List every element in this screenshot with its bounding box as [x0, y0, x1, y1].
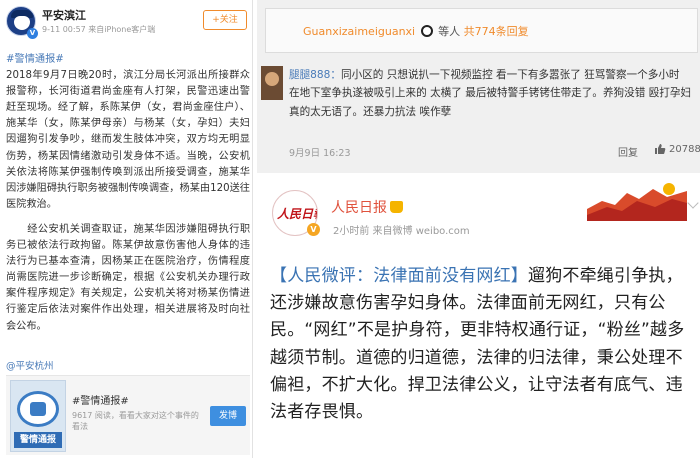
post-body: #警情通报# 2018年9月7日晚20时，滨江分局长河派出所接群众报警称，长河街道… — [6, 52, 250, 335]
banner-user[interactable]: Guanxizaimeiguanxi — [303, 25, 415, 38]
account-name-text: 人民日报 — [331, 200, 387, 216]
source-mention-link[interactable]: @平安杭州 — [6, 358, 54, 372]
reply-banner-text: Guanxizaimeiguanxi 等人 共774条回复 — [303, 23, 529, 39]
great-wall-decoration-icon — [587, 179, 687, 221]
crown-icon — [390, 201, 403, 213]
paragraph-2-text: 经公安机关调查取证，施某华因涉嫌阻碍执行职务已被依法行政拘留。陈某伊故意伤害他人… — [6, 223, 251, 332]
comment-body: 同小区的 只想说扒一下视频监控 看一下有多嚣张了 狂骂警察一个多小时 在地下室争… — [289, 69, 692, 118]
reply-banner[interactable]: Guanxizaimeiguanxi 等人 共774条回复 — [265, 8, 698, 53]
commenter-avatar[interactable] — [261, 66, 283, 100]
topic-card[interactable]: 警情通报 #警情通报# 9617 阅读，看看大家对这个事件的看法 发博 — [6, 375, 250, 455]
post-paragraph-2: 经公安机关调查取证，施某华因涉嫌阻碍执行职务已被依法行政拘留。陈某伊故意伤害他人… — [6, 222, 250, 335]
comment-panel: Guanxizaimeiguanxi 等人 共774条回复 腿腿888：同小区的… — [257, 0, 700, 173]
account-name[interactable]: 平安滨江 — [42, 7, 86, 23]
reply-count[interactable]: 共774条回复 — [464, 25, 529, 38]
post-header: V 平安滨江 9-11 00:57 来自iPhone客户端 +关注 — [6, 6, 249, 46]
comment-text: 腿腿888：同小区的 只想说扒一下视频监控 看一下有多嚣张了 狂骂警察一个多小时… — [289, 66, 693, 121]
alert-icon — [17, 391, 59, 427]
like-count: 20788 — [669, 144, 700, 155]
topic-tag-link[interactable]: 【人民微评：法律面前没有网红】 — [270, 266, 528, 286]
peoples-daily-post-panel: 人民日報 V 人民日报 2小时前 来自微博 weibo.com 【人民微评：法律… — [257, 177, 700, 458]
account-name[interactable]: 人民日报 — [331, 197, 403, 217]
post-button[interactable]: 发博 — [210, 406, 246, 426]
verified-icon: V — [307, 223, 320, 236]
post-meta: 2小时前 来自微博 weibo.com — [333, 226, 470, 237]
post-body-text: 遛狗不牵绳引争执，还涉嫌故意伤害孕妇身体。法律面前无网红，只有公民。“网红”不是… — [270, 266, 685, 423]
reply-button[interactable]: 回复 — [618, 144, 638, 159]
hashtag-link[interactable]: #警情通报# — [6, 54, 64, 65]
comment-time: 9月9日 16:23 — [289, 148, 351, 159]
topic-title[interactable]: #警情通报# — [72, 392, 129, 407]
post-paragraph-1: #警情通报# 2018年9月7日晚20时，滨江分局长河派出所接群众报警称，长河街道… — [6, 52, 250, 213]
topic-thumbnail: 警情通报 — [10, 380, 66, 452]
thumb-label: 警情通报 — [14, 432, 62, 448]
verified-icon: V — [27, 28, 38, 39]
police-post-panel: V 平安滨江 9-11 00:57 来自iPhone客户端 +关注 #警情通报#… — [0, 0, 253, 458]
chevron-down-icon[interactable] — [687, 197, 699, 209]
logo-calligraphy: 人民日報 — [277, 207, 317, 221]
panda-emoji-icon — [420, 25, 433, 37]
follow-button[interactable]: +关注 — [203, 10, 247, 30]
banner-middle: 等人 — [438, 25, 461, 38]
police-face-shape — [14, 16, 30, 30]
post-meta: 9-11 00:57 来自iPhone客户端 — [42, 25, 156, 34]
thumbs-up-icon[interactable] — [654, 143, 666, 155]
paragraph-1-text: 2018年9月7日晚20时，滨江分局长河派出所接群众报警称，长河街道君尚金座有人… — [6, 70, 250, 210]
topic-subtitle: 9617 阅读，看看大家对这个事件的看法 — [72, 411, 199, 431]
post-body: 【人民微评：法律面前没有网红】遛狗不牵绳引争执，还涉嫌故意伤害孕妇身体。法律面前… — [270, 263, 694, 426]
commenter-name[interactable]: 腿腿888： — [289, 69, 341, 81]
